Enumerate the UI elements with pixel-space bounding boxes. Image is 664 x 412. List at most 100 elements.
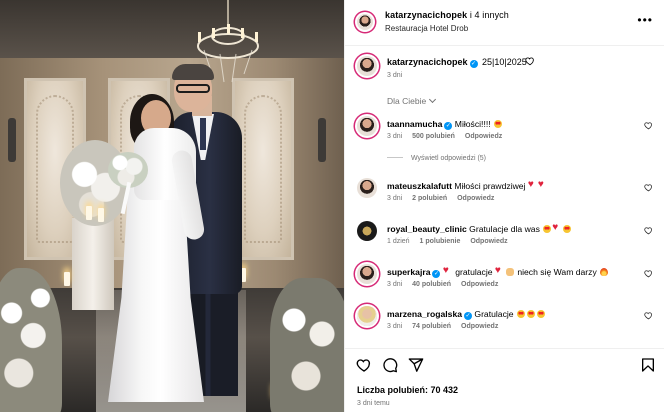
comment-likes[interactable]: 2 polubień	[412, 195, 447, 202]
comment-likes[interactable]: 74 polubień	[412, 323, 451, 330]
comment-text: royal_beauty_clinic Gratulacje dla was	[387, 222, 572, 234]
fire-emoji	[600, 268, 609, 276]
caption-author[interactable]: katarzynacichopek	[387, 57, 468, 67]
red-heart-emoji	[495, 265, 504, 276]
sort-label: Dla Ciebie	[387, 96, 427, 106]
comment-heart-icon[interactable]	[644, 311, 653, 320]
verified-icon: ✓	[432, 270, 441, 278]
flower-arrangement	[270, 278, 344, 412]
commenter-username[interactable]: mateuszkalafutt	[387, 181, 452, 191]
commenter-username[interactable]: superkajra	[387, 267, 430, 277]
view-replies-button[interactable]: Wyświetl odpowiedzi (5)	[387, 155, 486, 162]
commenter-avatar[interactable]	[357, 306, 377, 326]
verified-icon: ✓	[444, 122, 453, 130]
comment-time[interactable]: 3 dni	[387, 195, 402, 202]
groom-hair	[172, 64, 214, 80]
comment-body: Miłości prawdziwej	[454, 181, 526, 191]
wall-sconce	[8, 118, 16, 162]
comment-heart-icon[interactable]	[644, 269, 653, 278]
author-name[interactable]: katarzynacichopek i 4 innych	[385, 10, 509, 20]
smiling-hearts-emoji	[494, 120, 502, 128]
reply-button[interactable]: Odpowiedz	[461, 281, 498, 288]
comment-heart-icon[interactable]	[644, 183, 653, 192]
emoji	[526, 310, 535, 318]
comment-heart-icon[interactable]	[644, 226, 653, 235]
comment-body: Miłości!!!!	[454, 119, 491, 129]
emoji	[536, 310, 545, 318]
author-avatar[interactable]	[357, 14, 373, 30]
candle	[86, 206, 92, 220]
heart-icon[interactable]	[356, 357, 372, 373]
red-heart-emoji	[443, 265, 452, 276]
comment-text: marzena_rogalska ✓ Gratulacje	[387, 309, 546, 320]
comment-likes[interactable]: 40 polubień	[412, 281, 451, 288]
comment-icon[interactable]	[382, 357, 398, 373]
reply-button[interactable]: Odpowiedz	[457, 195, 494, 202]
caption-text: 25|10|2025	[482, 57, 527, 67]
likes-count[interactable]: Liczba polubień: 70 432	[357, 385, 458, 395]
comment-meta: 3 dni 40 polubień Odpowiedz	[387, 281, 506, 288]
emoji	[563, 225, 572, 233]
caption-time: 3 dni	[387, 72, 403, 79]
comment-body: Gratulacje	[474, 309, 514, 319]
comment-heart-icon[interactable]	[644, 121, 653, 130]
chevron-down-icon	[429, 95, 437, 104]
post-header: katarzynacichopek i 4 innych Restauracja…	[345, 0, 664, 46]
comment-sort-dropdown[interactable]: Dla Ciebie	[387, 95, 437, 106]
comment-meta: 1 dzień 1 polubienie Odpowiedz	[387, 238, 516, 245]
comment-time[interactable]: 3 dni	[387, 323, 402, 330]
red-heart-emoji	[528, 179, 537, 190]
commenter-username[interactable]: marzena_rogalska	[387, 309, 462, 319]
comment-text: mateuszkalafutt Miłości prawdziwej	[387, 179, 548, 191]
comment-body: niech się Wam darzy	[517, 267, 597, 277]
comment-body: gratulacje	[455, 267, 493, 277]
comment-likes[interactable]: 1 polubienie	[420, 238, 461, 245]
comment-meta: 3 dni 74 polubień Odpowiedz	[387, 323, 506, 330]
share-icon[interactable]	[408, 357, 424, 373]
post-photo[interactable]	[0, 0, 344, 412]
comment-meta: 3 dni 2 polubień Odpowiedz	[387, 195, 502, 202]
hands-emoji	[505, 268, 514, 276]
reply-button[interactable]: Odpowiedz	[470, 238, 507, 245]
wall-sconce	[318, 118, 326, 162]
location-link[interactable]: Restauracja Hotel Drob	[385, 24, 468, 33]
commenter-username[interactable]: royal_beauty_clinic	[387, 224, 467, 234]
comment-body: Gratulacje dla was	[469, 224, 540, 234]
comment-text: superkajra✓ gratulacje niech się Wam dar…	[387, 265, 609, 278]
red-heart-emoji	[538, 179, 547, 190]
comment-time[interactable]: 3 dni	[387, 281, 402, 288]
caption-heart-icon[interactable]	[525, 56, 535, 66]
commenter-avatar[interactable]	[357, 221, 377, 241]
commenter-avatar[interactable]	[357, 264, 377, 284]
post-time[interactable]: 3 dni temu	[357, 400, 390, 407]
flower-pedestal	[72, 218, 114, 310]
commenter-username[interactable]: taannamucha	[387, 119, 442, 129]
comment-time[interactable]: 3 dni	[387, 133, 402, 140]
author-username[interactable]: katarzynacichopek	[385, 10, 467, 20]
groom-tie	[200, 118, 206, 150]
comment-text: taannamucha ✓ Miłości!!!!	[387, 119, 503, 130]
bookmark-icon[interactable]	[640, 357, 656, 373]
verified-icon: ✓	[464, 312, 472, 320]
reply-button[interactable]: Odpowiedz	[461, 323, 498, 330]
ceiling	[0, 0, 344, 60]
emoji	[516, 310, 525, 318]
candle	[64, 272, 70, 286]
caption-avatar[interactable]	[357, 56, 377, 76]
verified-icon: ✓	[469, 60, 478, 68]
reply-button[interactable]: Odpowiedz	[465, 133, 502, 140]
post-sidebar: katarzynacichopek i 4 innych Restauracja…	[344, 0, 664, 412]
commenter-avatar[interactable]	[357, 116, 377, 136]
glasses	[176, 84, 210, 93]
red-heart-emoji	[552, 222, 561, 233]
caption-username[interactable]: katarzynacichopek ✓	[387, 57, 478, 68]
candle	[98, 208, 104, 222]
comment-meta: 3 dni 500 polubień Odpowiedz	[387, 133, 510, 140]
comment-likes[interactable]: 500 polubień	[412, 133, 455, 140]
commenter-avatar[interactable]	[357, 178, 377, 198]
more-icon[interactable]: •••	[637, 14, 653, 26]
comment-time[interactable]: 1 dzień	[387, 238, 410, 245]
emoji	[543, 225, 552, 233]
action-bar: Liczba polubień: 70 432 3 dni temu	[345, 348, 664, 412]
coauthors-link[interactable]: i 4 innych	[470, 10, 509, 20]
